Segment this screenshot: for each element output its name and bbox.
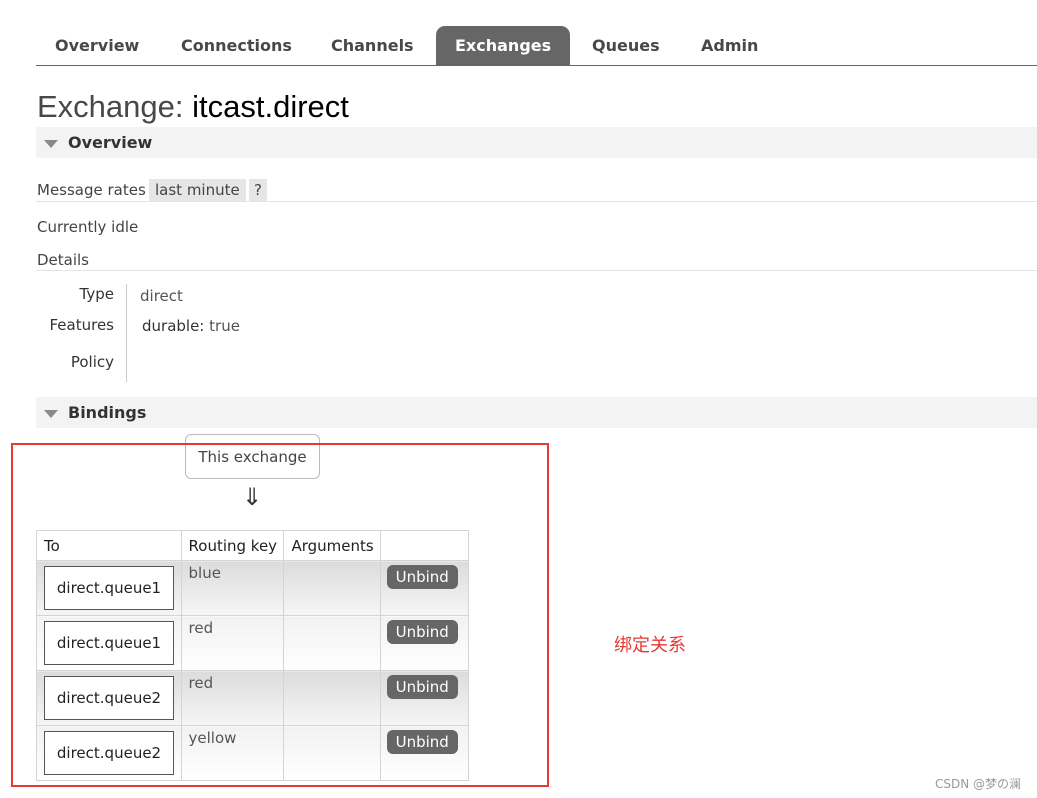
annotation-label: 绑定关系 [614, 635, 686, 656]
collapse-triangle-icon [44, 140, 58, 148]
column-header-to: To [36, 530, 182, 561]
column-header-arguments: Arguments [283, 530, 381, 561]
binding-destination-link[interactable]: direct.queue2 [44, 731, 174, 775]
column-header-actions [379, 530, 470, 561]
feature-name: durable: [142, 317, 205, 335]
routing-key: blue [188, 564, 221, 582]
tab-channels[interactable]: Channels [312, 26, 433, 65]
rates-range-select[interactable]: last minute [149, 179, 246, 201]
unbind-button[interactable]: Unbind [386, 730, 458, 754]
down-arrow-icon: ⇓ [241, 483, 263, 511]
binding-destination-link[interactable]: direct.queue1 [44, 566, 174, 610]
policy-key: Policy [70, 353, 114, 371]
page-title: Exchange: itcast.direct [37, 89, 349, 125]
features-key: Features [49, 316, 115, 334]
type-value: direct [140, 287, 183, 305]
binding-destination-link[interactable]: direct.queue1 [44, 621, 174, 665]
tab-connections[interactable]: Connections [162, 26, 311, 65]
main-nav-tabs: Overview Connections Channels Exchanges … [36, 26, 1037, 66]
binding-destination-link[interactable]: direct.queue2 [44, 676, 174, 720]
watermark: CSDN @梦の澜 [935, 777, 1022, 791]
bindings-section-header[interactable]: Bindings [36, 397, 1037, 428]
status-text: Currently idle [37, 218, 139, 236]
table-row: direct.queue1 red Unbind [36, 615, 470, 671]
tab-queues[interactable]: Queues [573, 26, 679, 65]
binding-arguments [283, 670, 381, 726]
routing-key: red [188, 619, 214, 637]
routing-key: yellow [188, 729, 237, 747]
overview-heading: Overview [68, 133, 153, 152]
tab-admin[interactable]: Admin [682, 26, 777, 65]
column-header-routing-key: Routing key [180, 530, 285, 561]
table-row: direct.queue2 red Unbind [36, 670, 470, 726]
source-exchange-box: This exchange [185, 434, 320, 479]
bindings-table: To Routing key Arguments direct.queue1 b… [36, 530, 470, 781]
page-title-prefix: Exchange: [37, 89, 184, 124]
divider [36, 201, 1037, 202]
binding-arguments [283, 560, 381, 616]
unbind-button[interactable]: Unbind [386, 620, 458, 644]
features-value: durable: true [142, 317, 240, 335]
collapse-triangle-icon [44, 410, 58, 418]
tab-exchanges[interactable]: Exchanges [436, 26, 571, 65]
message-rates-label: Message rates [37, 181, 146, 199]
details-label: Details [37, 251, 90, 269]
binding-arguments [283, 725, 381, 781]
binding-arguments [283, 615, 381, 671]
table-row: direct.queue1 blue Unbind [36, 560, 470, 616]
details-table: Type direct Features durable: true Polic… [36, 284, 336, 382]
feature-value: true [209, 317, 240, 335]
details-separator [126, 284, 127, 382]
overview-section-header[interactable]: Overview [36, 127, 1037, 158]
type-key: Type [79, 285, 114, 303]
bindings-heading: Bindings [68, 403, 147, 422]
unbind-button[interactable]: Unbind [386, 675, 458, 699]
unbind-button[interactable]: Unbind [386, 565, 458, 589]
tab-overview[interactable]: Overview [36, 26, 158, 65]
divider [36, 270, 1037, 271]
routing-key: red [188, 674, 214, 692]
rates-help-button[interactable]: ? [249, 179, 267, 201]
table-row: direct.queue2 yellow Unbind [36, 725, 470, 781]
exchange-name: itcast.direct [192, 89, 349, 124]
